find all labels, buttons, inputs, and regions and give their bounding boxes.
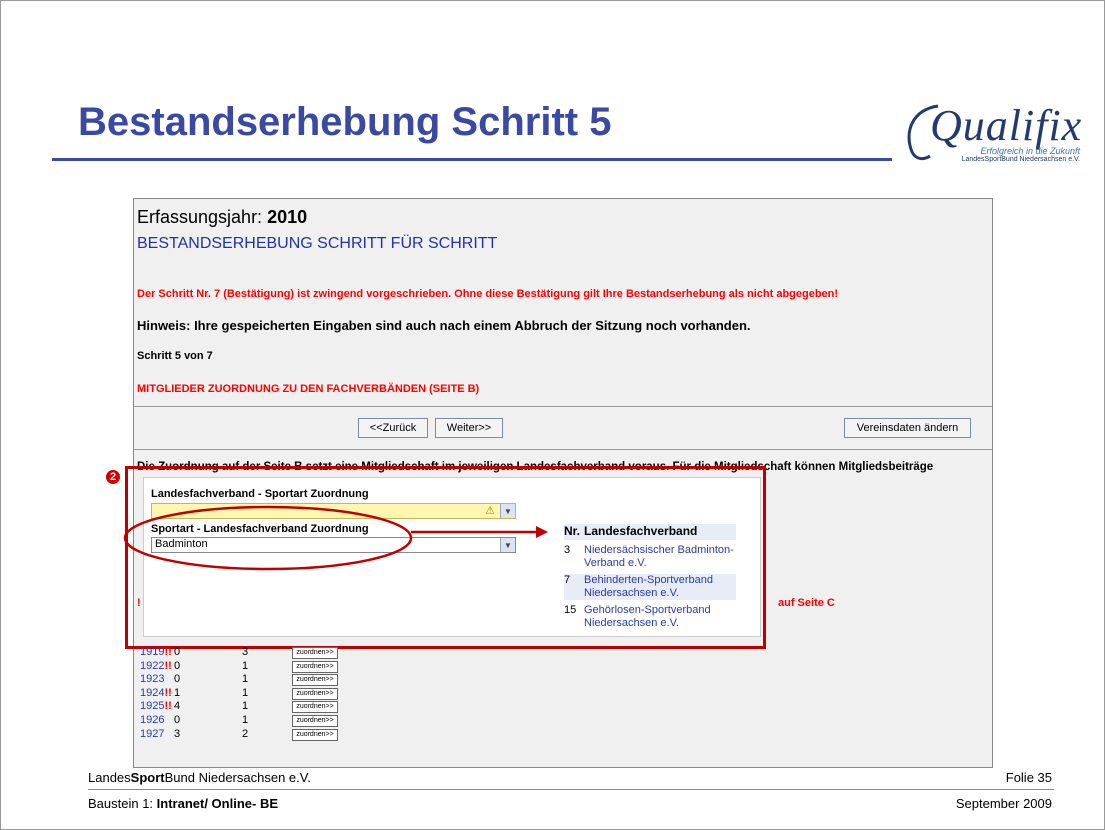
year-link[interactable]: 1926 (140, 714, 164, 726)
year[interactable]: 1919 (140, 646, 164, 658)
assign-button[interactable]: zuordnen>> (292, 647, 338, 659)
year-link[interactable]: 1919!! (140, 646, 172, 658)
footer-org: LandesSportBund Niedersachsen e.V. (88, 770, 311, 785)
year[interactable]: 1923 (140, 673, 164, 685)
assign-button[interactable]: zuordnen>> (292, 701, 338, 714)
warning-mark: !! (164, 700, 172, 713)
count-b: 1 (242, 700, 249, 713)
org-prefix: Landes (88, 770, 131, 785)
org-suffix: Bund Niedersachsen e.V. (164, 770, 311, 785)
year-link[interactable]: 1924!! (140, 687, 172, 699)
count-a: 0 (174, 659, 181, 672)
year[interactable]: 1922 (140, 660, 164, 672)
count-a: 0 (174, 673, 181, 686)
assign-button[interactable]: zuordnen>> (292, 660, 338, 673)
assign-button[interactable]: zuordnen>> (292, 674, 338, 687)
assign-button[interactable]: zuordnen>> (292, 728, 338, 741)
count-a: 0 (174, 713, 181, 726)
year-link[interactable]: 1925!! (140, 700, 172, 712)
year-link[interactable]: 1923 (140, 673, 164, 685)
footer-date: September 2009 (955, 796, 1052, 811)
assign-button[interactable]: zuordnen>> (292, 687, 338, 700)
step-number-badge: 2 (106, 470, 120, 484)
warning-mark: !! (164, 659, 172, 672)
year[interactable]: 1925 (140, 700, 164, 712)
count-b: 1 (242, 673, 249, 686)
module-name: Intranet/ Online- BE (156, 796, 278, 811)
count-a: 4 (174, 700, 181, 713)
org-bold: Sport (130, 770, 165, 785)
footer-divider (88, 789, 1054, 790)
count-b: 1 (242, 713, 249, 726)
highlight-box (125, 466, 766, 649)
count-a: 3 (174, 727, 181, 740)
year-link[interactable]: 1922!! (140, 660, 172, 672)
count-b: 3 (242, 646, 249, 658)
slide-number: Folie 35 (1005, 770, 1052, 785)
year[interactable]: 1927 (140, 728, 164, 740)
assign-button[interactable]: zuordnen>> (292, 714, 338, 727)
count-b: 1 (242, 659, 249, 672)
count-b: 2 (242, 727, 249, 740)
warning-mark: !! (164, 686, 172, 699)
year[interactable]: 1924 (140, 687, 164, 699)
year-link[interactable]: 1927 (140, 728, 164, 740)
warning-mark: !! (164, 646, 172, 658)
year[interactable]: 1926 (140, 714, 164, 726)
count-b: 1 (242, 686, 249, 699)
count-a: 0 (174, 646, 181, 658)
count-a: 1 (174, 686, 181, 699)
footer-module: Baustein 1: Intranet/ Online- BE (88, 796, 278, 811)
module-prefix: Baustein 1: (88, 796, 157, 811)
